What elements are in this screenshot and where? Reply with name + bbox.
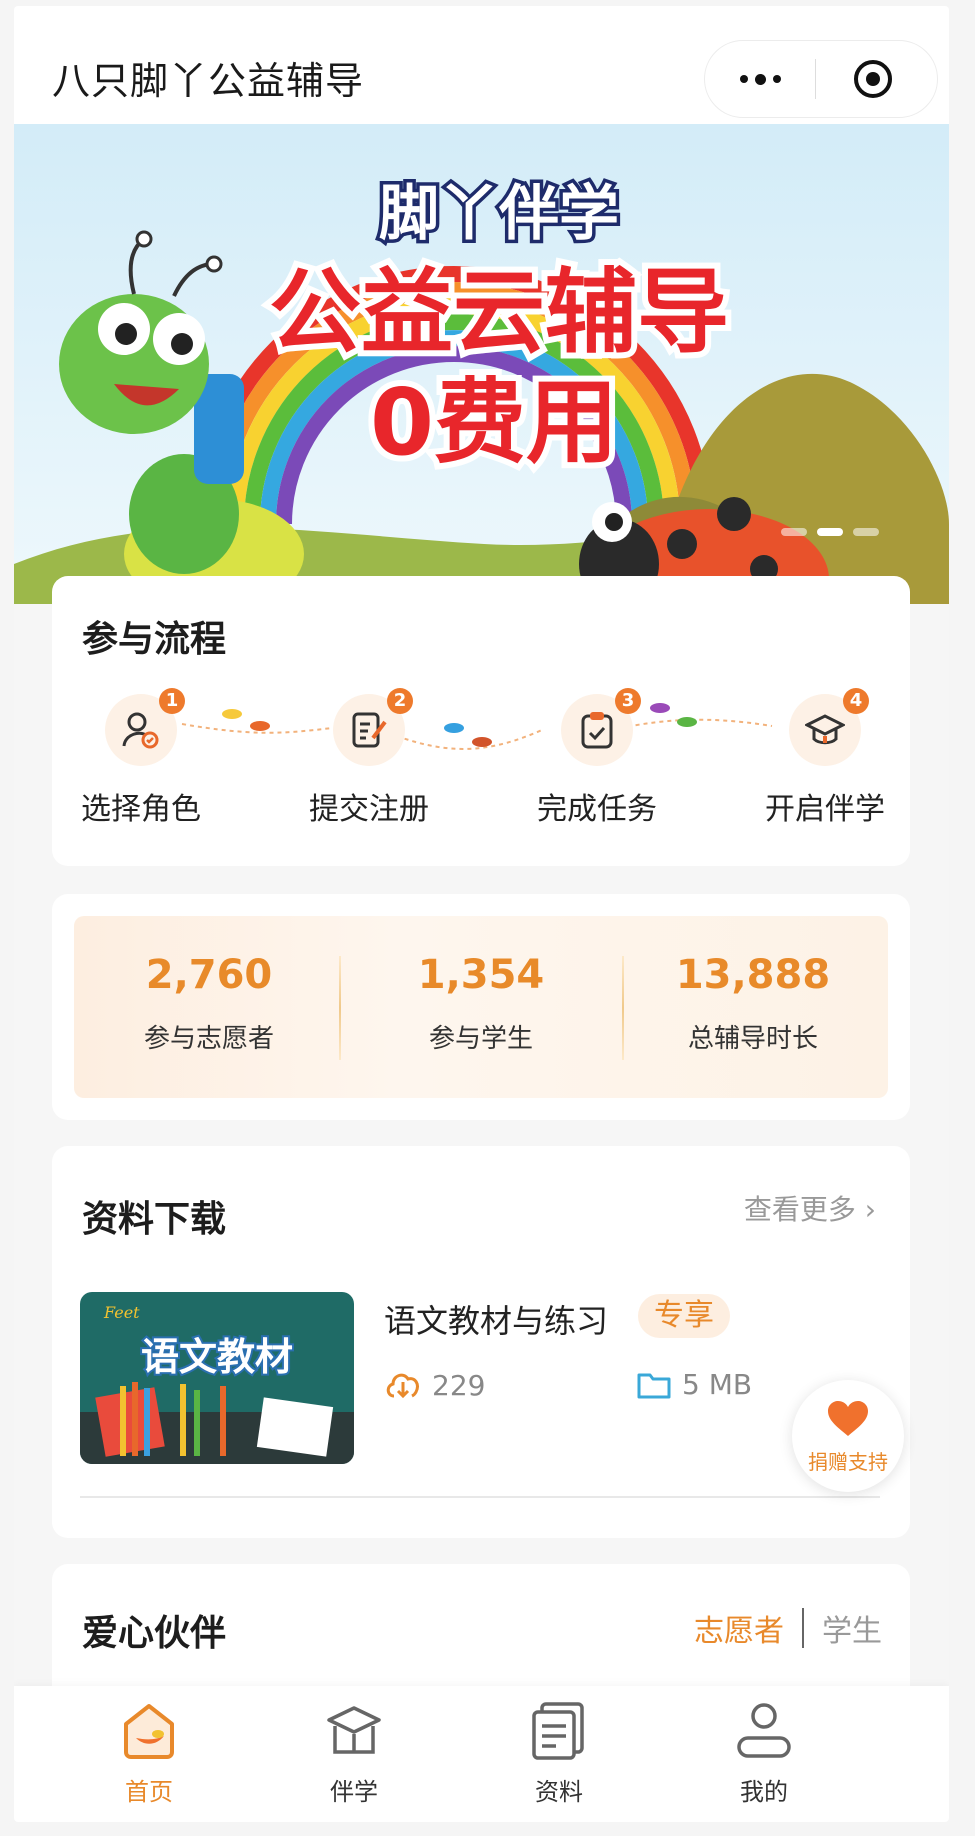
stat-volunteers: 2,760 参与志愿者 bbox=[74, 916, 344, 1098]
stat-hours: 13,888 总辅导时长 bbox=[618, 916, 888, 1098]
tab-label: 我的 bbox=[740, 1778, 788, 1806]
capsule-menu bbox=[704, 40, 938, 118]
indicator-dot bbox=[853, 528, 879, 536]
thumb-text: 语文教材 bbox=[141, 1335, 293, 1379]
banner-line2: 公益云辅导 bbox=[269, 259, 729, 366]
step-number: 2 bbox=[387, 688, 413, 714]
donate-button[interactable]: 捐赠支持 bbox=[792, 1380, 904, 1492]
stat-students: 1,354 参与学生 bbox=[346, 916, 616, 1098]
step-label: 开启伴学 bbox=[765, 792, 885, 827]
edit-document-icon bbox=[352, 712, 387, 748]
resource-title[interactable]: 语文教材与练习 bbox=[384, 1296, 608, 1342]
donate-label: 捐赠支持 bbox=[808, 1450, 888, 1474]
close-miniprogram-icon[interactable] bbox=[853, 59, 893, 99]
stats-card: 2,760 参与志愿者 1,354 参与学生 13,888 总辅导时长 bbox=[52, 894, 910, 1120]
tab-profile[interactable]: 我的 bbox=[684, 1700, 844, 1807]
step-number: 1 bbox=[159, 688, 185, 714]
step-icon-wrap: 4 bbox=[789, 688, 869, 766]
file-size-value: 5 MB bbox=[682, 1368, 753, 1401]
textbook-cover-image: Feet 语文教材 bbox=[80, 1292, 354, 1464]
process-step-3[interactable]: 3 完成任务 bbox=[502, 688, 692, 828]
indicator-dot-active bbox=[817, 528, 843, 536]
stat-value: 1,354 bbox=[417, 952, 545, 998]
home-icon bbox=[124, 1704, 174, 1759]
clipboard-check-icon bbox=[581, 712, 613, 749]
dot-icon bbox=[739, 75, 748, 83]
step-number: 3 bbox=[615, 688, 641, 714]
tab-label: 伴学 bbox=[330, 1778, 378, 1806]
tab-study[interactable]: 伴学 bbox=[274, 1700, 434, 1807]
step-number: 4 bbox=[843, 688, 869, 714]
downloads-title: 资料下载 bbox=[82, 1199, 227, 1240]
tab-divider bbox=[802, 1608, 804, 1648]
step-label: 选择角色 bbox=[81, 792, 201, 827]
process-step-4[interactable]: 4 开启伴学 bbox=[730, 688, 920, 828]
step-label: 提交注册 bbox=[309, 792, 429, 827]
promo-banner[interactable]: 脚丫伴学 公益云辅导 0费用 bbox=[14, 124, 949, 604]
stat-label: 参与志愿者 bbox=[143, 1024, 274, 1054]
process-card: 参与流程 1 选择角色 2 提交注册 3 完成任务 4 开启伴学 bbox=[52, 576, 910, 866]
profile-icon bbox=[737, 1703, 791, 1758]
file-size: 5 MB bbox=[636, 1368, 752, 1401]
tab-materials[interactable]: 资料 bbox=[479, 1700, 639, 1807]
process-title: 参与流程 bbox=[82, 619, 227, 660]
exclusive-badge: 专享 bbox=[638, 1294, 730, 1338]
capsule-divider bbox=[815, 59, 816, 99]
dot-icon bbox=[772, 75, 781, 83]
stats-panel: 2,760 参与志愿者 1,354 参与学生 13,888 总辅导时长 bbox=[74, 916, 888, 1098]
banner-line1: 脚丫伴学 bbox=[379, 179, 619, 249]
tab-home[interactable]: 首页 bbox=[69, 1700, 229, 1807]
app-title: 八只脚丫公益辅导 bbox=[52, 59, 365, 103]
user-check-icon bbox=[122, 712, 159, 749]
downloads-card: 资料下载 查看更多 › Feet 语文教材 语文教材与练习 专享 229 5 M… bbox=[52, 1146, 910, 1538]
process-step-1[interactable]: 1 选择角色 bbox=[46, 688, 236, 828]
more-options-button[interactable] bbox=[705, 41, 815, 117]
stat-divider bbox=[339, 956, 341, 1060]
download-count-value: 229 bbox=[432, 1368, 486, 1402]
view-more-link[interactable]: 查看更多 › bbox=[744, 1188, 876, 1228]
heart-icon bbox=[828, 1401, 868, 1436]
thumb-brand: Feet bbox=[103, 1303, 140, 1322]
process-steps: 1 选择角色 2 提交注册 3 完成任务 4 开启伴学 bbox=[52, 688, 910, 846]
step-label: 完成任务 bbox=[537, 792, 657, 827]
banner-line3: 0费用 bbox=[370, 369, 618, 476]
dot-icon bbox=[754, 73, 766, 85]
stat-value: 2,760 bbox=[145, 952, 273, 998]
step-icon-wrap: 3 bbox=[561, 688, 641, 766]
bottom-tab-bar: 首页 伴学 资料 我的 bbox=[14, 1686, 949, 1822]
tab-label: 首页 bbox=[125, 1778, 173, 1806]
view-more-label: 查看更多 bbox=[743, 1193, 856, 1226]
mini-program-page: 八只脚丫公益辅导 脚丫伴学 公益云辅导 0费用 参与流程 1 选择角色 2 提交… bbox=[14, 6, 949, 1822]
stat-label: 总辅导时长 bbox=[687, 1024, 818, 1054]
tab-volunteers[interactable]: 志愿者 bbox=[694, 1606, 784, 1650]
indicator-dot bbox=[781, 528, 807, 536]
stat-value: 13,888 bbox=[675, 952, 831, 998]
resource-thumbnail[interactable]: Feet 语文教材 bbox=[80, 1292, 354, 1464]
document-icon bbox=[532, 1702, 584, 1760]
folder-icon bbox=[637, 1373, 671, 1398]
process-step-2[interactable]: 2 提交注册 bbox=[274, 688, 464, 828]
graduation-cap-icon bbox=[805, 714, 845, 745]
chevron-right-icon: › bbox=[864, 1193, 876, 1226]
study-icon bbox=[327, 1706, 381, 1754]
banner-indicator bbox=[781, 528, 879, 536]
tab-label: 资料 bbox=[535, 1778, 583, 1806]
download-count: 229 bbox=[384, 1368, 485, 1402]
cloud-download-icon bbox=[386, 1373, 419, 1399]
step-icon-wrap: 2 bbox=[333, 688, 413, 766]
partners-tabs: 志愿者 学生 bbox=[694, 1606, 882, 1650]
tab-students[interactable]: 学生 bbox=[822, 1606, 882, 1650]
partners-title: 爱心伙伴 bbox=[82, 1613, 227, 1654]
step-icon-wrap: 1 bbox=[105, 688, 185, 766]
resource-divider bbox=[80, 1496, 880, 1498]
stat-label: 参与学生 bbox=[428, 1024, 533, 1054]
top-bar: 八只脚丫公益辅导 bbox=[14, 6, 949, 124]
